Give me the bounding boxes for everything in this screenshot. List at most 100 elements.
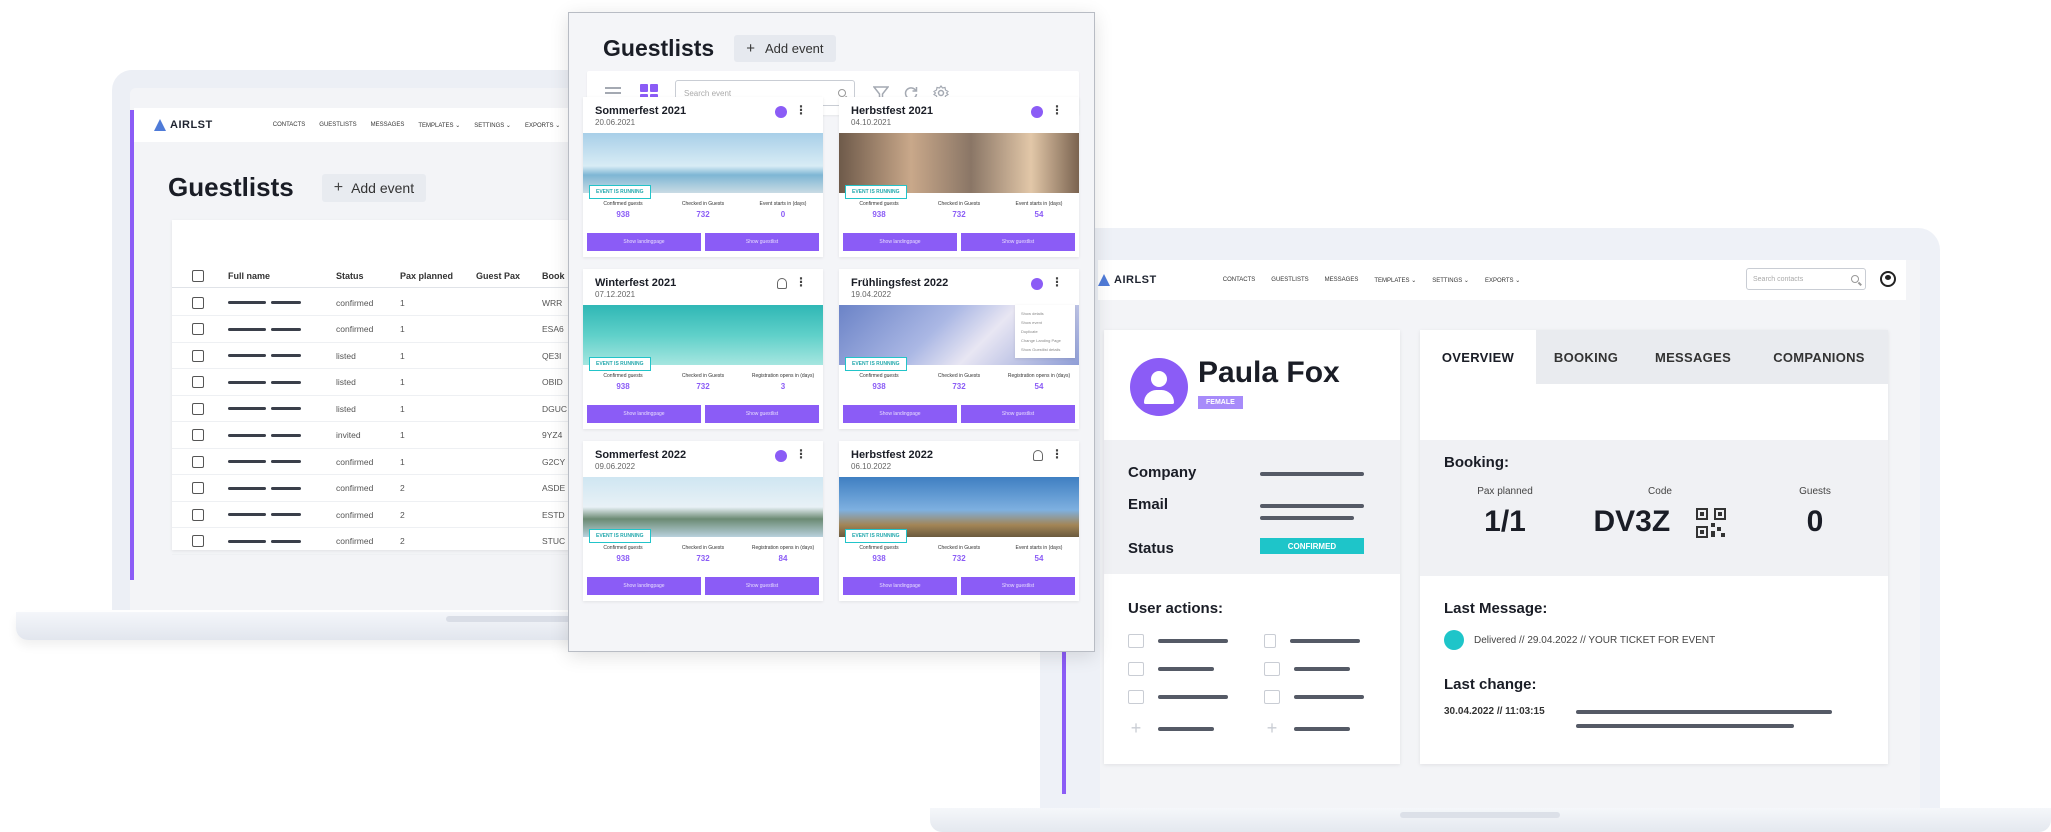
row-checkbox[interactable] — [192, 535, 204, 547]
show-guestlist-button[interactable]: Show guestlist — [705, 233, 819, 251]
event-stats: Confirmed guests 938 Checked in Guests 732 R… — [583, 373, 823, 391]
header-status[interactable]: Status — [336, 271, 400, 281]
header-guest-pax[interactable]: Guest Pax — [476, 271, 542, 281]
action-delete[interactable] — [1264, 634, 1360, 648]
tab-booking[interactable]: BOOKING — [1536, 330, 1636, 384]
nav-contacts[interactable]: CONTACTS — [273, 122, 306, 129]
pax-cell: 2 — [400, 483, 405, 493]
nav-contacts[interactable]: CONTACTS — [1223, 277, 1256, 284]
nav-guestlists[interactable]: GUESTLISTS — [1271, 277, 1308, 284]
status-cell: confirmed — [336, 456, 374, 467]
context-menu-item[interactable]: Duplicate — [1021, 327, 1069, 336]
header-pax-planned[interactable]: Pax planned — [400, 271, 476, 281]
show-landingpage-button[interactable]: Show landingpage — [587, 233, 701, 251]
event-card[interactable]: Winterfest 2021 07.12.2021 ⋮ EVENT IS RUNNI… — [583, 269, 823, 429]
nav-exports[interactable]: EXPORTS ⌄ — [1485, 277, 1520, 284]
row-checkbox[interactable] — [192, 376, 204, 388]
action-send-mail-2[interactable] — [1264, 690, 1364, 704]
row-checkbox[interactable] — [192, 349, 204, 362]
trash-icon — [1264, 634, 1276, 648]
notification-badge-icon[interactable] — [1031, 106, 1043, 118]
event-card[interactable]: Herbstfest 2021 04.10.2021 ⋮ EVENT IS RUNNI… — [839, 97, 1079, 257]
event-card[interactable]: Sommerfest 2022 09.06.2022 ⋮ EVENT IS RUNNI… — [583, 441, 823, 601]
select-all-checkbox[interactable] — [192, 269, 204, 282]
table-row[interactable]: confirmed 2 ESTD — [172, 502, 592, 528]
show-guestlist-button[interactable]: Show guestlist — [705, 405, 819, 423]
show-landingpage-button[interactable]: Show landingpage — [587, 577, 701, 595]
table-row[interactable]: invited 1 9YZ4 — [172, 423, 592, 449]
show-guestlist-button[interactable]: Show guestlist — [961, 405, 1075, 423]
table-row[interactable]: listed 1 DGUC — [172, 396, 592, 422]
nav-messages[interactable]: MESSAGES — [371, 122, 405, 129]
row-checkbox[interactable] — [192, 455, 204, 468]
more-options-icon[interactable]: ⋮ — [1051, 448, 1063, 460]
bell-icon[interactable] — [1033, 450, 1043, 461]
more-options-icon[interactable]: ⋮ — [1051, 276, 1063, 288]
notification-badge-icon[interactable] — [775, 450, 787, 462]
header-full-name[interactable]: Full name — [228, 271, 336, 281]
table-row[interactable]: confirmed 1 WRR — [172, 290, 592, 316]
last-message-row[interactable]: Delivered // 29.04.2022 // YOUR TICKET F… — [1444, 630, 1715, 650]
email-value-line2 — [1260, 516, 1354, 520]
event-card[interactable]: Sommerfest 2021 20.06.2021 ⋮ EVENT IS RUNNI… — [583, 97, 823, 257]
action-edit-2[interactable] — [1264, 662, 1350, 676]
full-name-cell — [228, 380, 336, 384]
action-send-invite[interactable] — [1128, 634, 1228, 648]
show-guestlist-button[interactable]: Show guestlist — [961, 233, 1075, 251]
add-event-button[interactable]: + Add event — [321, 173, 427, 202]
right-logo[interactable]: AIRLST — [1098, 274, 1157, 286]
show-landingpage-button[interactable]: Show landingpage — [843, 405, 957, 423]
more-options-icon[interactable]: ⋮ — [795, 448, 807, 460]
event-card[interactable]: Frühlingsfest 2022 19.04.2022 ⋮ EVENT IS RU… — [839, 269, 1079, 429]
action-label — [1290, 639, 1360, 643]
nav-messages[interactable]: MESSAGES — [1325, 277, 1359, 284]
qr-code-icon[interactable] — [1695, 507, 1727, 539]
action-send-mail[interactable] — [1128, 690, 1228, 704]
row-checkbox[interactable] — [192, 508, 204, 521]
nav-guestlists[interactable]: GUESTLISTS — [319, 122, 356, 129]
table-row[interactable]: confirmed 1 ESA6 — [172, 317, 592, 343]
show-guestlist-button[interactable]: Show guestlist — [961, 577, 1075, 595]
row-checkbox[interactable] — [192, 402, 204, 415]
action-add[interactable]: + — [1128, 718, 1214, 739]
context-menu-item[interactable]: Show event — [1021, 318, 1069, 327]
table-row[interactable]: confirmed 1 G2CY — [172, 449, 592, 475]
action-edit[interactable] — [1128, 662, 1214, 676]
show-landingpage-button[interactable]: Show landingpage — [843, 233, 957, 251]
context-menu-item[interactable]: Show details — [1021, 309, 1069, 318]
row-checkbox[interactable] — [192, 429, 204, 441]
table-row[interactable]: listed 1 QE3I — [172, 343, 592, 369]
action-add-2[interactable]: + — [1264, 718, 1350, 739]
left-logo[interactable]: AIRLST — [154, 119, 213, 131]
contact-search-input[interactable]: Search contacts — [1746, 268, 1866, 290]
show-landingpage-button[interactable]: Show landingpage — [843, 577, 957, 595]
table-row[interactable]: listed 1 OBID — [172, 370, 592, 396]
row-checkbox[interactable] — [192, 323, 204, 335]
tab-messages[interactable]: MESSAGES — [1636, 330, 1750, 384]
notification-badge-icon[interactable] — [1031, 278, 1043, 290]
more-options-icon[interactable]: ⋮ — [795, 276, 807, 288]
more-options-icon[interactable]: ⋮ — [1051, 104, 1063, 116]
user-account-icon[interactable] — [1880, 271, 1896, 287]
add-event-button[interactable]: + Add event — [734, 35, 836, 62]
context-menu-item[interactable]: Change Landing Page — [1021, 336, 1069, 345]
nav-templates[interactable]: TEMPLATES ⌄ — [1374, 277, 1416, 284]
row-checkbox[interactable] — [192, 296, 204, 309]
event-card[interactable]: Herbstfest 2022 06.10.2022 ⋮ EVENT IS RUNNI… — [839, 441, 1079, 601]
bell-icon[interactable] — [777, 278, 787, 289]
table-row[interactable]: confirmed 2 STUC — [172, 529, 592, 555]
notification-badge-icon[interactable] — [775, 106, 787, 118]
nav-settings[interactable]: SETTINGS ⌄ — [474, 122, 511, 129]
show-guestlist-button[interactable]: Show guestlist — [705, 577, 819, 595]
tab-overview[interactable]: OVERVIEW — [1420, 330, 1536, 384]
nav-exports[interactable]: EXPORTS ⌄ — [525, 122, 560, 129]
context-menu-item[interactable]: Show Guestlist details — [1021, 345, 1069, 354]
show-landingpage-button[interactable]: Show landingpage — [587, 405, 701, 423]
more-options-icon[interactable]: ⋮ — [795, 104, 807, 116]
nav-settings[interactable]: SETTINGS ⌄ — [1432, 277, 1469, 284]
event-status-tag: EVENT IS RUNNING — [845, 529, 907, 543]
nav-templates[interactable]: TEMPLATES ⌄ — [418, 122, 460, 129]
table-row[interactable]: confirmed 2 ASDE — [172, 476, 592, 502]
row-checkbox[interactable] — [192, 482, 204, 494]
tab-companions[interactable]: COMPANIONS — [1750, 330, 1888, 384]
